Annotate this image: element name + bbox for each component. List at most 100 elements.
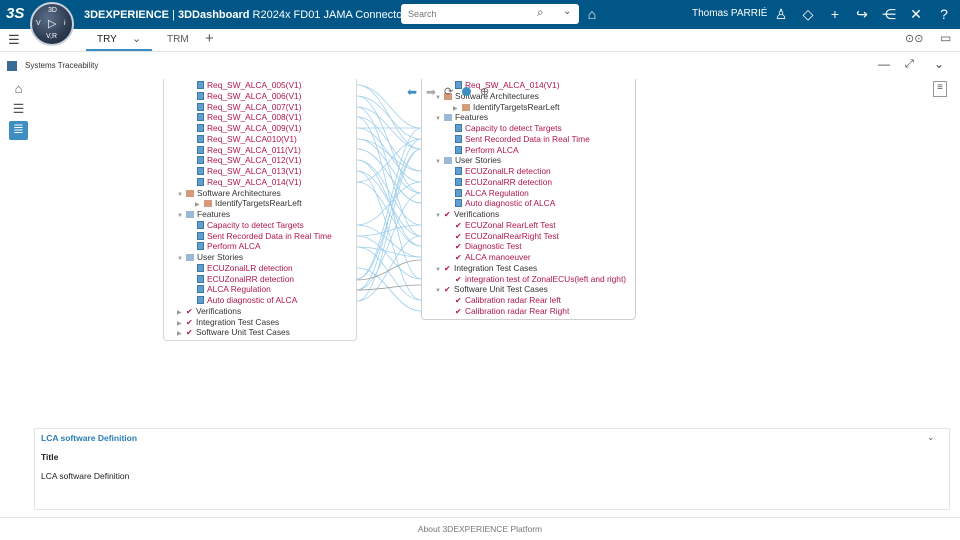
right-tree-item[interactable]: ▼ ✔ Verifications [435, 209, 499, 220]
left-tree-item[interactable]: ▶ ✔ Integration Test Cases [177, 317, 279, 328]
left-tree-item[interactable]: Req_SW_ALCA_011(V1) [195, 145, 301, 156]
expanded-caret-icon[interactable]: ▼ [177, 254, 186, 265]
left-tree-item[interactable]: ALCA Regulation [195, 284, 271, 295]
left-tree-item[interactable]: Req_SW_ALCA_008(V1) [195, 112, 302, 123]
compass-widget[interactable]: 3D V i V,R ▷ [30, 2, 74, 46]
check-icon: ✔ [455, 253, 462, 262]
tree-item-label: Diagnostic Test [465, 241, 522, 252]
left-tree-item[interactable]: ▶ IdentifyTargetsRearLeft [195, 198, 302, 209]
left-tree-item[interactable]: ▶ ✔ Software Unit Test Cases [177, 327, 290, 338]
right-tree-item[interactable]: Sent Recorded Data in Real Time [453, 134, 590, 145]
expanded-caret-icon[interactable]: ▼ [435, 211, 444, 222]
tree-item-label: Req_SW_ALCA_011(V1) [207, 144, 301, 155]
requirement-icon [455, 167, 462, 175]
folder-icon [186, 254, 194, 261]
expanded-caret-icon[interactable]: ▼ [177, 211, 186, 222]
right-tree-item[interactable]: ECUZonalLR detection [453, 166, 551, 177]
right-tree-item[interactable]: ✔ Diagnostic Test [453, 241, 522, 252]
requirement-icon [197, 167, 204, 175]
tree-item-label: Software Architectures [197, 187, 281, 198]
check-icon: ✔ [455, 274, 462, 284]
left-tree-item[interactable]: Req_SW_ALCA_005(V1) [195, 80, 302, 91]
architecture-icon [204, 200, 212, 208]
left-tree-item[interactable]: Req_SW_ALCA_009(V1) [195, 123, 302, 134]
trace-link [356, 235, 422, 302]
expanded-caret-icon[interactable]: ▼ [435, 157, 444, 168]
right-tree-item[interactable]: ▼ ✔ Integration Test Cases [435, 263, 537, 274]
requirement-icon [197, 102, 204, 111]
tree-item-label: Perform ALCA [207, 241, 261, 252]
requirement-icon [197, 156, 204, 165]
expanded-caret-icon[interactable]: ▼ [435, 265, 444, 276]
footer: About 3DEXPERIENCE Platform [0, 517, 960, 540]
right-tree-item[interactable]: ✔ ECUZonal RearLeft Test [453, 220, 556, 231]
architecture-icon [462, 103, 470, 111]
check-icon: ✔ [186, 328, 193, 338]
architecture-icon [186, 189, 194, 197]
right-tree-item[interactable]: Auto diagnostic of ALCA [453, 198, 555, 209]
left-tree-item[interactable]: Req_SW_ALCA_013(V1) [195, 166, 302, 177]
tree-item-label: IdentifyTargetsRearLeft [215, 198, 302, 209]
collapse-chevron-icon[interactable]: ⌄ [927, 432, 935, 443]
left-tree-item[interactable]: ▶ ✔ Verifications [177, 306, 241, 317]
right-tree-item[interactable]: ▼ User Stories [435, 155, 501, 166]
slider-knob[interactable] [462, 87, 471, 96]
tree-item-label: ECUZonalRR detection [465, 176, 553, 187]
left-arrow-icon[interactable]: ⬅ [407, 85, 417, 99]
left-tree-item[interactable]: Req_SW_ALCA_006(V1) [195, 91, 302, 102]
right-tree-item[interactable]: ▼ Features [435, 112, 488, 123]
left-tree-item[interactable]: ECUZonalRR detection [195, 274, 294, 285]
check-icon: ✔ [455, 242, 462, 252]
requirement-icon [197, 231, 204, 240]
refresh-icon[interactable]: ⟳ [444, 85, 453, 98]
compass-bottom[interactable]: V,R [46, 33, 57, 40]
tree-item-label: ALCA manoeuver [465, 252, 531, 262]
left-tree-item[interactable]: Req_SW_ALCA_012(V1) [195, 155, 302, 166]
compass-play-icon[interactable]: ▷ [48, 17, 56, 30]
tree-item-label: Software Unit Test Cases [196, 327, 290, 338]
compass-left[interactable]: V [36, 20, 41, 27]
requirement-icon [197, 177, 204, 186]
right-tree-item[interactable]: ALCA Regulation [453, 188, 529, 199]
left-tree-item[interactable]: ▼ User Stories [177, 252, 243, 263]
left-tree-item[interactable]: ▼ Software Architectures [177, 188, 281, 199]
right-tree-item[interactable]: ▶ IdentifyTargetsRearLeft [453, 102, 560, 113]
right-tree-item[interactable]: Capacity to detect Targets [453, 123, 562, 134]
expanded-caret-icon[interactable]: ▼ [435, 93, 444, 104]
requirement-icon [197, 263, 204, 272]
tree-item-label: Req_SW_ALCA010(V1) [207, 133, 297, 144]
right-tree-item[interactable]: ✔ Calibration radar Rear Right [453, 306, 569, 317]
expanded-caret-icon[interactable]: ▼ [177, 190, 186, 201]
right-tree-item[interactable]: ▼ ✔ Software Unit Test Cases [435, 284, 548, 295]
left-tree-item[interactable]: Capacity to detect Targets [195, 220, 304, 231]
right-arrow-icon[interactable]: ➡ [426, 85, 436, 99]
left-tree-item[interactable]: Req_SW_ALCA010(V1) [195, 134, 297, 145]
tree-item-label: Capacity to detect Targets [465, 123, 562, 133]
left-tree-item[interactable]: Auto diagnostic of ALCA [195, 295, 297, 306]
right-tree-item[interactable]: ✔ ALCA manoeuver [453, 252, 531, 263]
expanded-caret-icon[interactable]: ▼ [435, 114, 444, 125]
zoom-icon[interactable]: ⊕ [480, 85, 489, 98]
folder-icon [444, 157, 452, 165]
collapsed-caret-icon[interactable]: ▶ [177, 329, 186, 340]
left-tree-item[interactable]: ▼ Features [177, 209, 230, 220]
tree-item-label: Auto diagnostic of ALCA [465, 198, 556, 209]
left-tree-item[interactable]: Req_SW_ALCA_007(V1) [195, 102, 302, 113]
left-tree-item[interactable]: Sent Recorded Data in Real Time [195, 231, 332, 242]
about-link[interactable]: About 3DEXPERIENCE Platform [418, 524, 542, 534]
left-tree-item[interactable]: ECUZonalLR detection [195, 263, 293, 274]
right-tree-item[interactable]: ✔ Calibration radar Rear left [453, 295, 561, 306]
right-tree-item[interactable]: ECUZonalRR detection [453, 177, 552, 188]
right-tree-item[interactable]: Perform ALCA [453, 145, 519, 156]
detail-header[interactable]: LCA software Definition [41, 433, 137, 443]
right-tree-item[interactable]: ✔ integration test of ZonalECUs(left and … [453, 274, 626, 285]
expanded-caret-icon[interactable]: ▼ [435, 286, 444, 297]
compass-top[interactable]: 3D [48, 7, 57, 14]
tree-item-label: Integration Test Cases [454, 262, 538, 273]
tree-item-label: ECUZonalLR detection [465, 166, 551, 176]
compass-right[interactable]: i [64, 20, 66, 27]
tree-item-label: Req_SW_ALCA_008(V1) [207, 112, 302, 123]
left-tree-item[interactable]: Perform ALCA [195, 241, 261, 252]
right-tree-item[interactable]: ✔ ECUZonalRearRight Test [453, 231, 559, 242]
left-tree-item[interactable]: Req_SW_ALCA_014(V1) [195, 177, 302, 188]
